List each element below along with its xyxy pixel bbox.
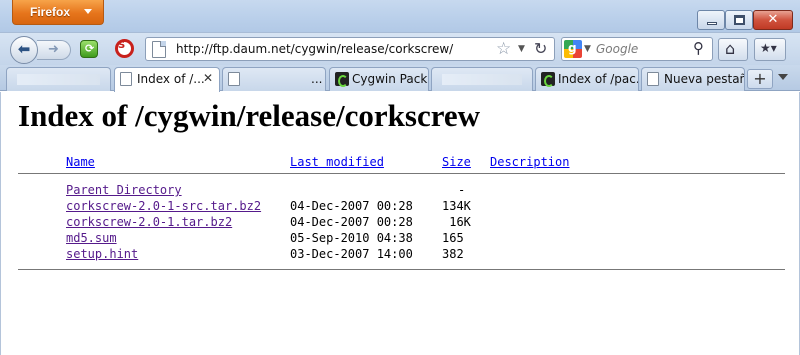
close-tab-icon[interactable]: ✕ bbox=[203, 71, 213, 85]
tab-label: Index of /... bbox=[137, 72, 205, 86]
sort-description-link[interactable]: Description bbox=[490, 155, 569, 169]
tab-label: Nueva pestaña bbox=[664, 72, 744, 86]
tools-icon: ★▾ bbox=[760, 41, 777, 55]
file-date: 04-Dec-2007 00:28 bbox=[290, 215, 413, 229]
file-size: 16K bbox=[442, 215, 471, 229]
file-date: 05-Sep-2010 04:38 bbox=[290, 231, 413, 245]
green-addon-button[interactable]: ⟳ bbox=[76, 37, 102, 62]
back-icon: ⬅ bbox=[17, 40, 31, 58]
tools-button[interactable]: ★▾ bbox=[754, 38, 786, 61]
tab-label: Index of /pac... bbox=[558, 72, 639, 86]
tab-blurred-2[interactable]: ... bbox=[222, 67, 326, 91]
maximize-button[interactable] bbox=[725, 10, 753, 30]
new-tab-button[interactable]: + bbox=[747, 69, 773, 89]
url-bar[interactable]: http://ftp.daum.net/cygwin/release/corks… bbox=[145, 37, 555, 61]
table-row: setup.hint 03-Dec-2007 14:00 382 bbox=[18, 247, 785, 263]
file-date: 04-Dec-2007 00:28 bbox=[290, 199, 413, 213]
forward-icon: ➜ bbox=[48, 42, 59, 57]
tab-nueva-pestana[interactable]: Nueva pestaña bbox=[641, 67, 745, 91]
maximize-icon bbox=[734, 15, 745, 25]
bookmark-star-icon[interactable]: ☆ bbox=[496, 39, 511, 59]
listing-header: Name Last modified Size Description bbox=[18, 155, 785, 173]
sort-size-link[interactable]: Size bbox=[442, 155, 471, 169]
tab-strip: Index of /... ✕ ... Cygwin Pack... Index… bbox=[0, 65, 800, 92]
navigation-toolbar: ➜ ⬅ ⟳ S http://ftp.daum.net/cygwin/relea… bbox=[0, 32, 800, 65]
red-addon-button[interactable]: S bbox=[112, 37, 138, 62]
back-forward-group: ➜ ⬅ bbox=[10, 36, 71, 64]
page-content: Index of /cygwin/release/corkscrew Name … bbox=[0, 92, 800, 355]
home-button[interactable]: ⌂ bbox=[718, 38, 748, 61]
tab-blurred-3[interactable] bbox=[431, 67, 533, 91]
home-icon: ⌂ bbox=[725, 39, 736, 58]
firefox-menu-label: Firefox bbox=[30, 5, 71, 19]
chevron-down-icon bbox=[84, 9, 92, 14]
sort-name-link[interactable]: Name bbox=[66, 155, 95, 169]
minimize-button[interactable] bbox=[697, 10, 725, 30]
tab-index-of-active[interactable]: Index of /... ✕ bbox=[114, 67, 220, 92]
tab-label: ... bbox=[311, 72, 323, 86]
divider bbox=[18, 269, 785, 270]
search-bar[interactable]: g ▼ Google ⚲ bbox=[561, 37, 713, 61]
search-icon[interactable]: ⚲ bbox=[693, 39, 704, 57]
window-titlebar: Firefox ✕ bbox=[0, 0, 800, 32]
page-icon bbox=[152, 41, 166, 58]
table-row: md5.sum 05-Sep-2010 04:38 165 bbox=[18, 231, 785, 247]
table-row: corkscrew-2.0-1-src.tar.bz2 04-Dec-2007 … bbox=[18, 199, 785, 215]
tab-list-dropdown-icon[interactable] bbox=[778, 74, 788, 80]
table-row: corkscrew-2.0-1.tar.bz2 04-Dec-2007 00:2… bbox=[18, 215, 785, 231]
reload-icon[interactable]: ↻ bbox=[534, 39, 547, 58]
back-button[interactable]: ⬅ bbox=[10, 36, 38, 64]
tab-blurred-1[interactable] bbox=[6, 67, 111, 91]
page-icon bbox=[647, 72, 659, 86]
file-size: 165 bbox=[442, 231, 464, 245]
file-size: 134K bbox=[442, 199, 471, 213]
page-icon bbox=[120, 72, 132, 86]
close-window-button[interactable]: ✕ bbox=[753, 10, 793, 30]
cygwin-icon bbox=[541, 72, 555, 87]
minimize-icon bbox=[707, 22, 717, 25]
file-link[interactable]: md5.sum bbox=[66, 231, 117, 245]
tab-label: Cygwin Pack... bbox=[352, 72, 428, 86]
page-title: Index of /cygwin/release/corkscrew bbox=[18, 98, 481, 133]
file-link[interactable]: corkscrew-2.0-1-src.tar.bz2 bbox=[66, 199, 261, 213]
search-input[interactable]: Google bbox=[596, 42, 638, 56]
table-row-parent: Parent Directory - bbox=[18, 183, 785, 199]
page-icon bbox=[228, 72, 240, 86]
file-date: 03-Dec-2007 14:00 bbox=[290, 247, 413, 261]
url-text[interactable]: http://ftp.daum.net/cygwin/release/corks… bbox=[176, 42, 453, 56]
cygwin-icon bbox=[335, 72, 349, 87]
file-size: - bbox=[458, 183, 466, 197]
file-size: 382 bbox=[442, 247, 464, 261]
tab-cygwin-packages[interactable]: Cygwin Pack... bbox=[329, 67, 429, 91]
google-icon[interactable]: g bbox=[564, 40, 582, 58]
file-link[interactable]: setup.hint bbox=[66, 247, 138, 261]
tab-index-of-pac[interactable]: Index of /pac... bbox=[535, 67, 639, 91]
parent-directory-link[interactable]: Parent Directory bbox=[66, 183, 182, 197]
search-engine-dropdown-icon[interactable]: ▼ bbox=[584, 44, 591, 54]
file-link[interactable]: corkscrew-2.0-1.tar.bz2 bbox=[66, 215, 232, 229]
sort-last-modified-link[interactable]: Last modified bbox=[290, 155, 384, 169]
url-dropdown-icon[interactable]: ▼ bbox=[518, 44, 525, 54]
firefox-menu-button[interactable]: Firefox bbox=[12, 0, 104, 25]
close-icon: ✕ bbox=[767, 12, 779, 27]
forward-button[interactable]: ➜ bbox=[37, 40, 71, 60]
directory-listing: Name Last modified Size Description Pare… bbox=[18, 155, 785, 270]
